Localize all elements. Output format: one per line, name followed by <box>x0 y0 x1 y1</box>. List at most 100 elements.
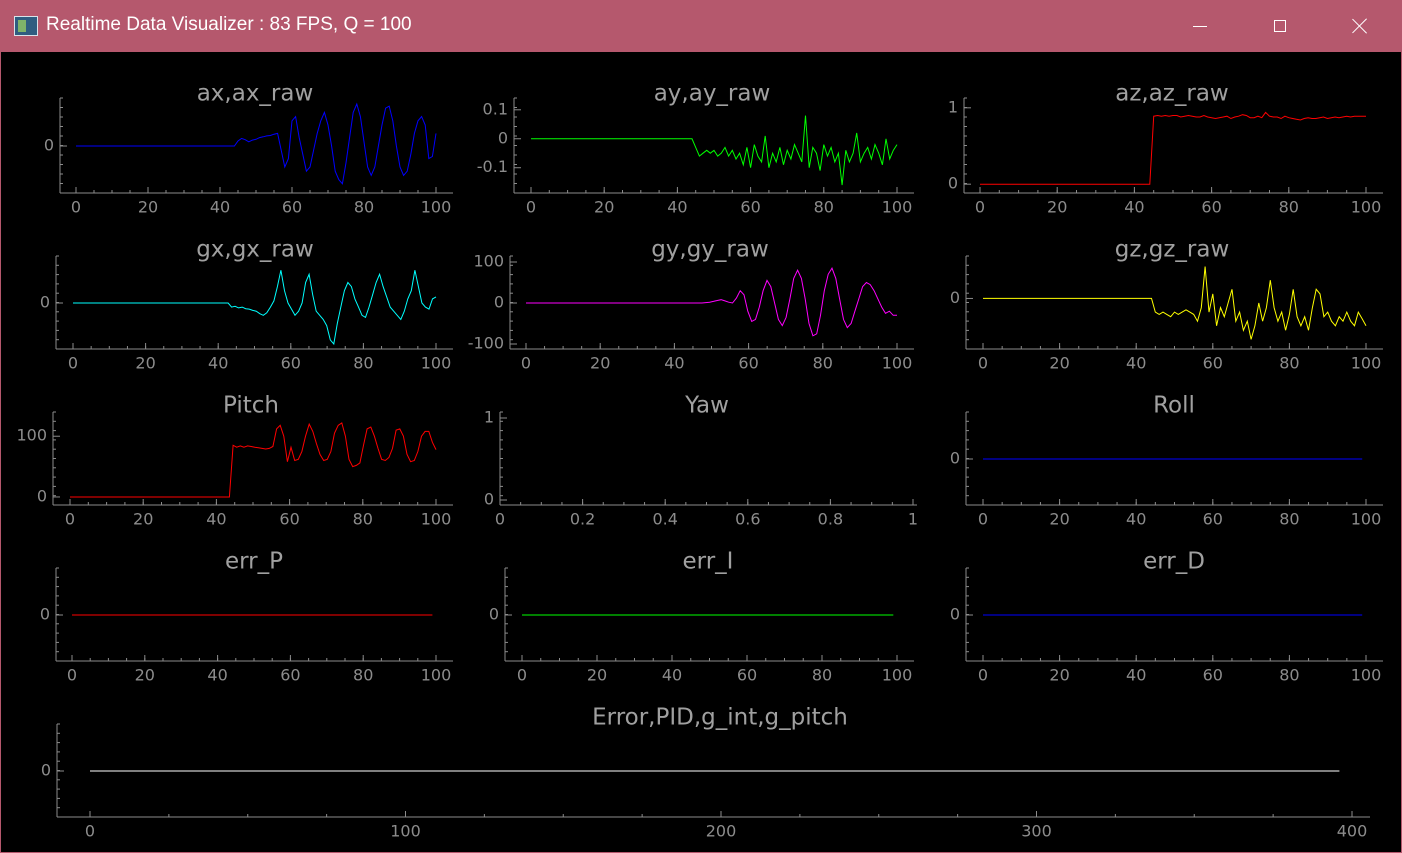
x-tick-label: 20 <box>1049 354 1069 373</box>
x-tick-label: 100 <box>1351 666 1382 685</box>
x-tick-label: 20 <box>135 666 155 685</box>
series-line-gy <box>526 266 897 337</box>
y-tick-label: 1 <box>948 97 958 116</box>
plot-title: err_D <box>1143 549 1205 575</box>
y-tick-label: 100 <box>473 252 504 271</box>
x-tick-label: 100 <box>882 666 913 685</box>
y-tick-label: -100 <box>468 334 504 353</box>
x-tick-label: 0 <box>526 198 536 217</box>
x-tick-label: 80 <box>353 666 373 685</box>
x-tick-label: 40 <box>1124 198 1144 217</box>
x-tick-label: 40 <box>662 666 682 685</box>
plot-title: ax,ax_raw <box>197 81 314 107</box>
plot-error: Error,PID,g_int,g_pitch 0 0 100 200 300 400 <box>41 705 1370 841</box>
series-line-gz <box>983 266 1367 340</box>
x-tick-label: 20 <box>1047 198 1067 217</box>
x-tick-label: 400 <box>1337 822 1368 841</box>
x-tick-label: 0 <box>495 510 505 529</box>
x-tick-label: 80 <box>354 198 374 217</box>
x-tick-label: 100 <box>421 510 452 529</box>
x-tick-label: 100 <box>421 198 452 217</box>
y-tick-label: 100 <box>16 426 47 445</box>
x-tick-label: 0 <box>978 510 988 529</box>
x-tick-label: 300 <box>1021 822 1052 841</box>
x-tick-label: 0 <box>517 666 527 685</box>
x-tick-label: 0 <box>978 666 988 685</box>
plot-title: err_I <box>683 549 734 575</box>
plot-title: az,az_raw <box>1115 81 1229 107</box>
y-tick-label: 0 <box>44 136 54 155</box>
x-tick-label: 100 <box>882 354 913 373</box>
x-tick-label: 60 <box>1203 666 1223 685</box>
plot-yaw: Yaw 1 00 0.2 0.4 0.6 0.8 1 <box>484 393 918 529</box>
x-tick-label: 0 <box>85 822 95 841</box>
y-tick-label: -0.1 <box>477 157 508 176</box>
x-tick-label: 0.6 <box>735 510 760 529</box>
x-tick-label: 0 <box>71 198 81 217</box>
x-tick-label: 60 <box>1201 198 1221 217</box>
x-tick-label: 20 <box>590 354 610 373</box>
y-tick-label: 0 <box>484 490 494 509</box>
x-tick-label: 20 <box>133 510 153 529</box>
y-tick-label: 1 <box>484 408 494 427</box>
x-tick-label: 40 <box>210 198 230 217</box>
plot-gz: gz,gz_raw 0 0 20 40 60 80 100 <box>950 237 1383 373</box>
y-tick-label: 0 <box>40 605 50 624</box>
x-tick-label: 60 <box>1203 510 1223 529</box>
x-tick-label: 100 <box>390 822 421 841</box>
plot-title: Yaw <box>684 393 729 419</box>
x-tick-label: 40 <box>1126 666 1146 685</box>
x-tick-label: 60 <box>740 198 760 217</box>
x-tick-label: 0 <box>975 198 985 217</box>
plot-az: az,az_raw100 20 40 60 80 100 <box>948 81 1383 217</box>
y-tick-label: 0 <box>40 293 50 312</box>
y-tick-label: 0 <box>494 293 504 312</box>
plot-title: Pitch <box>223 393 279 419</box>
plot-gx: gx,gx_raw 0 0 20 40 60 80 100 <box>40 237 453 373</box>
plot-roll: Roll 0 0 20 40 60 80 100 <box>950 393 1383 529</box>
plot-title: gy,gy_raw <box>651 237 769 263</box>
x-tick-label: 0 <box>67 666 77 685</box>
y-tick-label: 0 <box>948 174 958 193</box>
plot-errd: err_D 0 0 20 40 60 80 100 <box>950 549 1383 685</box>
y-tick-label: 0 <box>498 128 508 147</box>
y-tick-label: 0 <box>950 288 960 307</box>
x-tick-label: 100 <box>1351 198 1382 217</box>
x-tick-label: 100 <box>1351 510 1382 529</box>
series-line-ay <box>531 115 898 186</box>
plot-ay: ay,ay_raw 0.1 0 -0.1 0 20 40 60 80 100 <box>477 81 914 217</box>
x-tick-label: 40 <box>207 666 227 685</box>
x-tick-label: 100 <box>421 354 452 373</box>
x-tick-label: 80 <box>813 354 833 373</box>
x-tick-label: 0.2 <box>570 510 595 529</box>
x-tick-label: 20 <box>1049 666 1069 685</box>
app-window: Realtime Data Visualizer : 83 FPS, Q = 1… <box>0 0 1402 853</box>
plots-canvas: ax,ax_raw00 20 40 60 80 100ay,ay_raw0.10-0.10… <box>16 81 1383 841</box>
x-tick-label: 20 <box>594 198 614 217</box>
x-tick-label: 80 <box>1279 198 1299 217</box>
plot-errp: err_P 0 0 20 40 60 80 100 <box>40 549 453 685</box>
plot-title: Roll <box>1153 393 1195 419</box>
plot-title: gz,gz_raw <box>1115 237 1230 263</box>
plot-title: Error,PID,g_int,g_pitch <box>592 705 848 731</box>
series-line-az <box>980 111 1366 185</box>
x-tick-label: 80 <box>353 354 373 373</box>
y-tick-label: 0.1 <box>483 99 508 118</box>
plot-erri: err_I 0 0 20 40 60 80 100 <box>489 549 914 685</box>
x-tick-label: 60 <box>738 354 758 373</box>
x-tick-label: 200 <box>706 822 737 841</box>
series-line-ax <box>76 102 437 185</box>
x-tick-label: 40 <box>1126 354 1146 373</box>
y-tick-label: 0 <box>950 605 960 624</box>
x-tick-label: 40 <box>664 354 684 373</box>
x-tick-label: 0 <box>68 354 78 373</box>
series-line-gx <box>73 270 437 346</box>
plot-title: ay,ay_raw <box>654 81 771 107</box>
series-line-pitch <box>70 422 437 498</box>
plot-ax: ax,ax_raw 0 0 20 40 60 80 100 <box>44 81 453 217</box>
y-tick-label: 0 <box>489 605 499 624</box>
x-tick-label: 60 <box>280 666 300 685</box>
x-tick-label: 60 <box>1203 354 1223 373</box>
x-tick-label: 60 <box>282 198 302 217</box>
x-tick-label: 0 <box>521 354 531 373</box>
